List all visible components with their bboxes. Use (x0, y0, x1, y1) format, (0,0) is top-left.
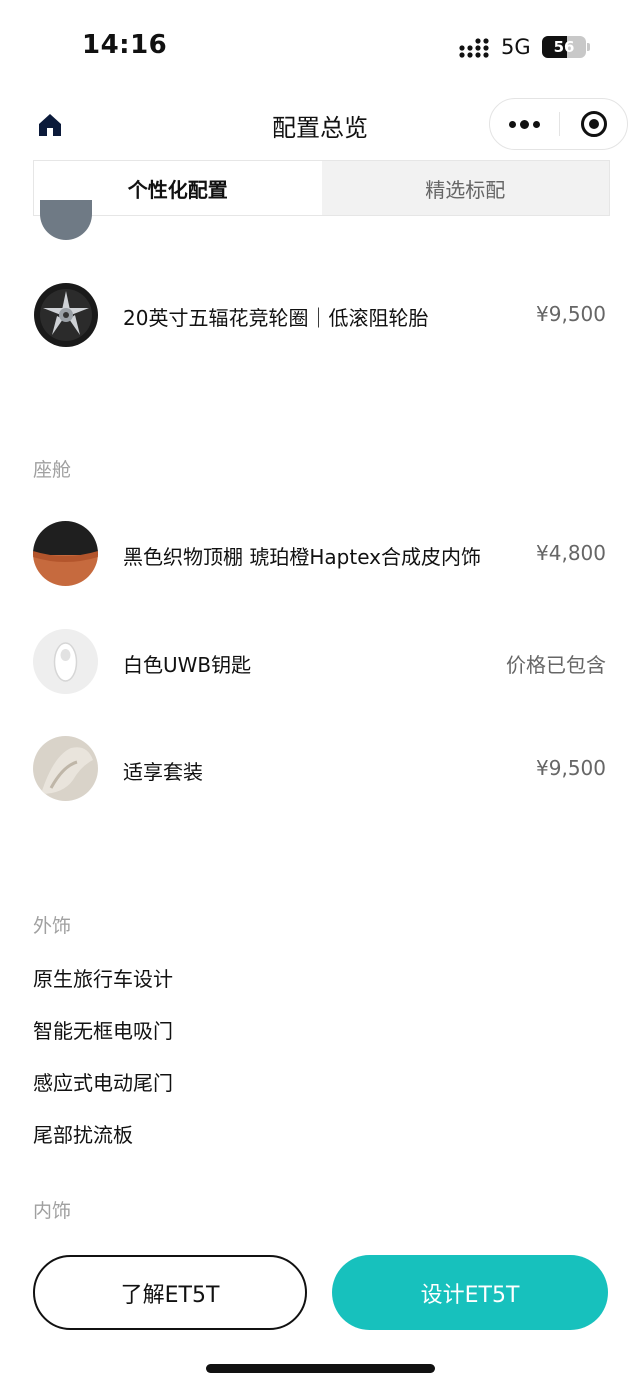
dot (520, 119, 529, 129)
comfort-package-price: ¥9,500 (536, 756, 606, 780)
comfort-package-image (33, 736, 98, 801)
interior-trim-price: ¥4,800 (536, 541, 606, 565)
battery-icon: 56 (542, 36, 586, 58)
exterior-feature: 尾部扰流板 (33, 1123, 133, 1147)
exterior-feature: 原生旅行车设计 (33, 967, 173, 991)
exterior-feature: 智能无框电吸门 (33, 1019, 173, 1043)
interior-trim-thumbnail (33, 521, 98, 586)
close-target-glyph (581, 111, 607, 137)
learn-model-button[interactable]: 了解ET5T (33, 1255, 307, 1330)
exterior-feature: 感应式电动尾门 (33, 1071, 173, 1095)
battery-percent: 56 (553, 38, 575, 56)
partial-item-thumbnail (40, 200, 92, 240)
section-title-cockpit: 座舱 (33, 459, 72, 481)
mini-program-capsule (489, 98, 628, 150)
section-title-interior: 内饰 (33, 1200, 72, 1222)
wheel-image (34, 283, 98, 347)
signal-icon (459, 38, 489, 58)
uwb-key-price: 价格已包含 (506, 653, 606, 677)
more-dots-icon[interactable] (490, 99, 559, 149)
uwb-key-image (53, 642, 78, 682)
dot (533, 120, 540, 128)
home-indicator (206, 1364, 435, 1373)
tab-standard[interactable]: 精选标配 (321, 161, 609, 215)
comfort-package-label: 适享套装 (123, 760, 203, 784)
wheel-option-price: ¥9,500 (536, 302, 606, 326)
comfort-package-thumbnail (33, 736, 98, 801)
status-time: 14:16 (82, 30, 168, 60)
target-close-icon[interactable] (560, 99, 628, 149)
wheel-thumbnail (33, 282, 99, 348)
wheel-option-label: 20英寸五辐花竞轮圈｜低滚阻轮胎 (123, 306, 429, 330)
battery-cap (587, 43, 590, 51)
interior-trim-label: 黑色织物顶棚 琥珀橙Haptex合成皮内饰 (123, 545, 481, 569)
interior-trim-image (33, 521, 98, 586)
uwb-key-thumbnail (33, 629, 98, 694)
config-tabs: 个性化配置 精选标配 (33, 160, 610, 216)
network-type: 5G (501, 35, 531, 59)
dot (509, 120, 516, 128)
section-title-exterior: 外饰 (33, 915, 72, 937)
design-model-button[interactable]: 设计ET5T (332, 1255, 608, 1330)
uwb-key-label: 白色UWB钥匙 (123, 653, 252, 677)
